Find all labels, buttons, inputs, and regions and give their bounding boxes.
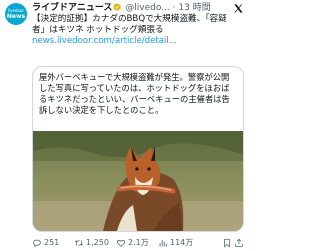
tweet[interactable]: livedoor News ライブドアニュース @livedo... · 13 … <box>0 0 249 251</box>
tweet-text: 【決定的証拠】カナダのBBQで大規模盗難、「容疑 者」はキツネ ホットドッグ頬張… <box>32 14 246 47</box>
article-link[interactable]: news.livedoor.com/article/detail... <box>32 36 246 47</box>
share-button[interactable] <box>234 238 246 248</box>
bookmark-icon <box>224 238 230 248</box>
reply-icon <box>33 239 41 247</box>
retweet-button[interactable]: 1,250 <box>74 238 116 248</box>
share-icon <box>235 238 243 247</box>
fox-photo[interactable] <box>33 131 244 232</box>
media-card[interactable]: 屋外バーベキューで大規模盗難が発生。警察が公開した写真に写っていたのは、ホットド… <box>32 66 244 232</box>
like-icon <box>116 239 126 247</box>
header-separator: · <box>172 3 176 13</box>
tweet-header: ライブドアニュース @livedo... · 13 時間 <box>32 2 222 14</box>
views-icon <box>159 239 167 246</box>
card-text: 屋外バーベキューで大規模盗難が発生。警察が公開した写真に写っていたのは、ホットド… <box>39 72 230 115</box>
bookmark-button[interactable] <box>222 238 234 248</box>
verified-badge-icon <box>113 3 122 11</box>
retweet-icon <box>74 239 84 246</box>
retweet-count: 1,250 <box>86 238 109 247</box>
account-handle[interactable]: @livedo... <box>125 3 170 13</box>
reply-button[interactable]: 251 <box>32 238 74 248</box>
views-button[interactable]: 114万 <box>158 237 206 248</box>
like-button[interactable]: 2.1万 <box>116 237 158 248</box>
x-logo-icon <box>234 4 243 13</box>
avatar-text-bottom: News <box>6 12 26 20</box>
tweet-timestamp[interactable]: 13 時間 <box>178 3 210 13</box>
view-count: 114万 <box>170 238 194 247</box>
reply-count: 251 <box>44 238 60 247</box>
tweet-text-line-1: 【決定的証拠】カナダのBBQで大規模盗難、「容疑 <box>32 14 227 24</box>
action-bar: 251 1,250 2.1万 114万 <box>32 236 246 249</box>
tweet-text-line-2: 者」はキツネ ホットドッグ頬張る <box>32 25 164 35</box>
avatar[interactable]: livedoor News <box>5 3 27 25</box>
like-count: 2.1万 <box>128 238 149 247</box>
account-name[interactable]: ライブドアニュース <box>32 3 112 13</box>
